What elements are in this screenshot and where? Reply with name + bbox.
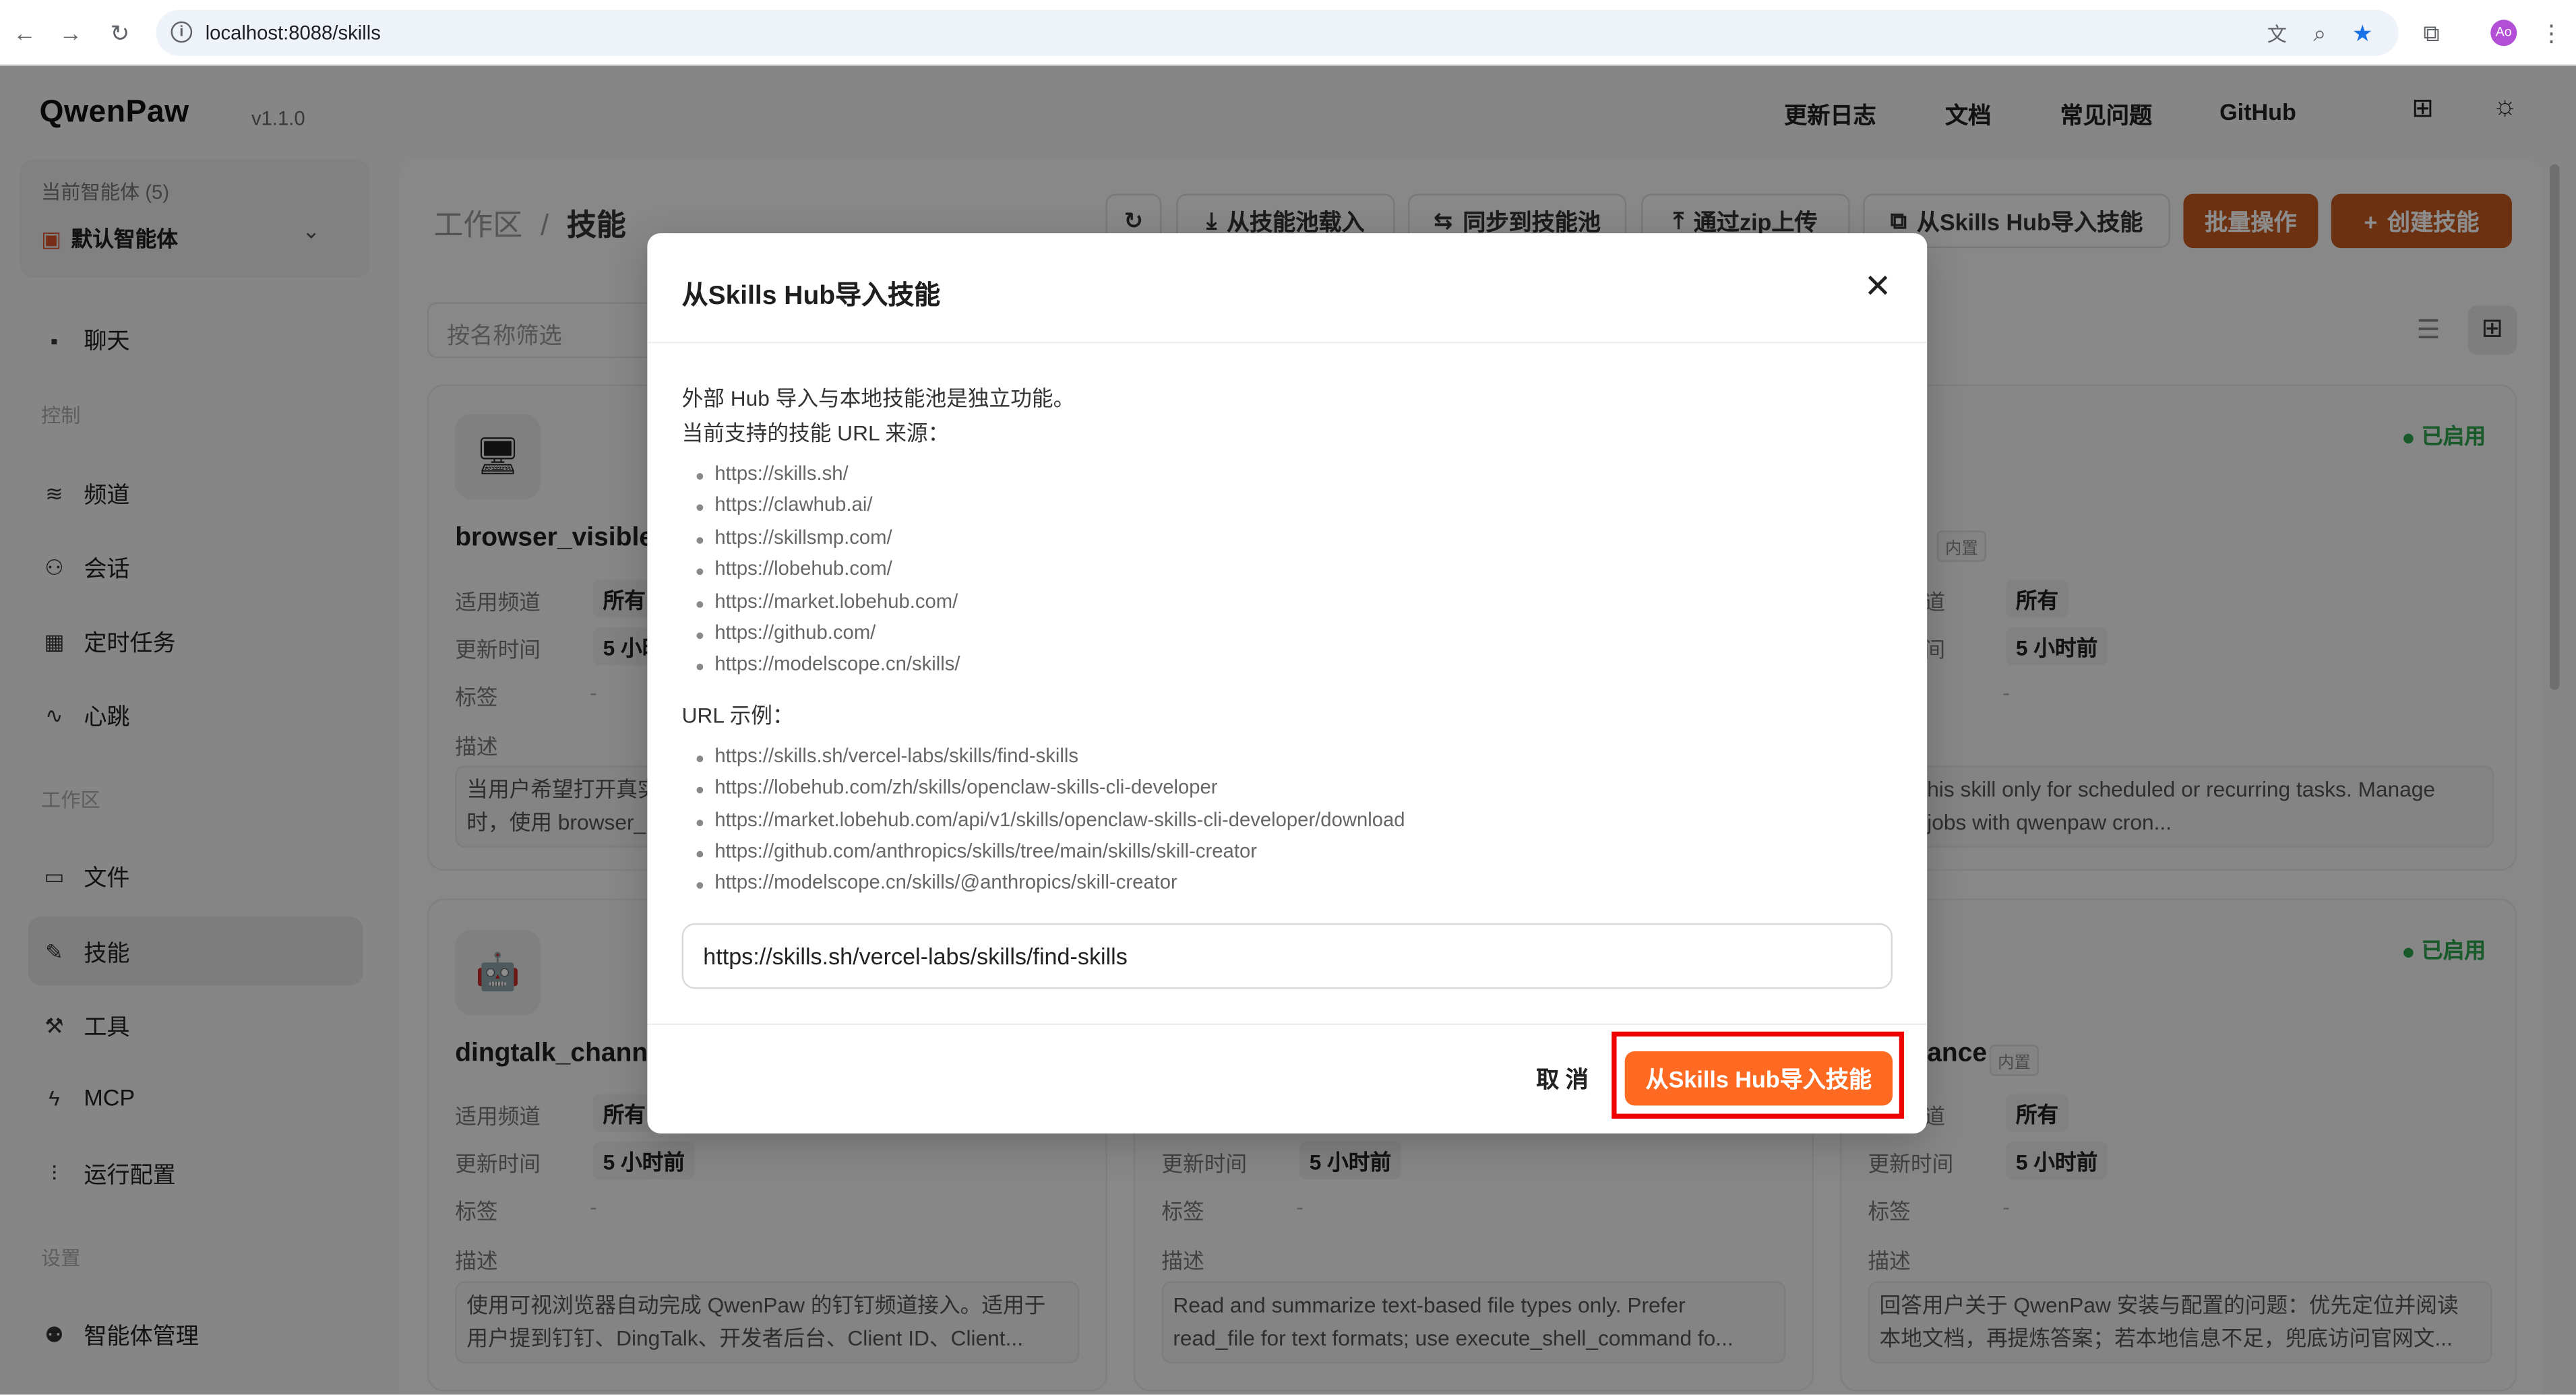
examples-list: https://skills.sh/vercel-labs/skills/fin…	[682, 744, 1898, 903]
dialog-title: 从Skills Hub导入技能	[681, 282, 941, 311]
list-item: https://modelscope.cn/skills/@anthropics…	[682, 871, 1898, 903]
list-item: https://skills.sh/vercel-labs/skills/fin…	[682, 744, 1898, 776]
forward-icon[interactable]: →	[54, 16, 87, 49]
browser-toolbar: ← → ↻ i localhost:8088/skills 文 ⌕ ★ ⧉ Ao…	[0, 0, 2576, 66]
list-item: https://skills.sh/	[682, 462, 1898, 493]
cancel-button[interactable]: 取 消	[1516, 1051, 1609, 1106]
import-confirm-button[interactable]: 从Skills Hub导入技能	[1624, 1051, 1893, 1106]
intro-line: 外部 Hub 导入与本地技能池是独立功能。	[681, 385, 1075, 411]
divider	[647, 1023, 1928, 1025]
list-item: https://github.com/	[682, 621, 1898, 652]
translate-icon[interactable]: 文	[2261, 16, 2294, 49]
list-item: https://market.lobehub.com/	[682, 589, 1898, 621]
site-info-icon[interactable]: i	[171, 21, 193, 43]
reload-icon[interactable]: ↻	[104, 16, 137, 49]
zoom-icon[interactable]: ⌕	[2303, 16, 2336, 49]
import-skills-hub-dialog: 从Skills Hub导入技能 ✕ 外部 Hub 导入与本地技能池是独立功能。 …	[647, 233, 1928, 1134]
extensions-icon[interactable]: ⧉	[2415, 16, 2448, 49]
address-bar[interactable]: i localhost:8088/skills	[156, 9, 2399, 56]
list-item: https://clawhub.ai/	[682, 493, 1898, 525]
bookmark-star-icon[interactable]: ★	[2346, 16, 2379, 49]
list-item: https://lobehub.com/zh/skills/openclaw-s…	[682, 776, 1898, 807]
examples-label: URL 示例：	[681, 702, 794, 728]
url-text: localhost:8088/skills	[205, 21, 381, 44]
list-item: https://modelscope.cn/skills/	[682, 653, 1898, 685]
sources-label: 当前支持的技能 URL 来源：	[681, 421, 950, 445]
dialog-body: 外部 Hub 导入与本地技能池是独立功能。 当前支持的技能 URL 来源： ht…	[682, 381, 1898, 917]
sources-list: https://skills.sh/ https://clawhub.ai/ h…	[682, 462, 1898, 685]
list-item: https://github.com/anthropics/skills/tre…	[682, 839, 1898, 871]
profile-avatar[interactable]: Ao	[2490, 20, 2517, 46]
close-icon[interactable]: ✕	[1860, 270, 1896, 306]
list-item: https://market.lobehub.com/api/v1/skills…	[682, 807, 1898, 839]
more-menu-icon[interactable]: ⋮	[2535, 16, 2568, 49]
divider	[647, 342, 1928, 344]
skill-url-input[interactable]	[681, 923, 1893, 989]
back-icon[interactable]: ←	[8, 16, 41, 49]
list-item: https://skillsmp.com/	[682, 525, 1898, 557]
list-item: https://lobehub.com/	[682, 557, 1898, 589]
